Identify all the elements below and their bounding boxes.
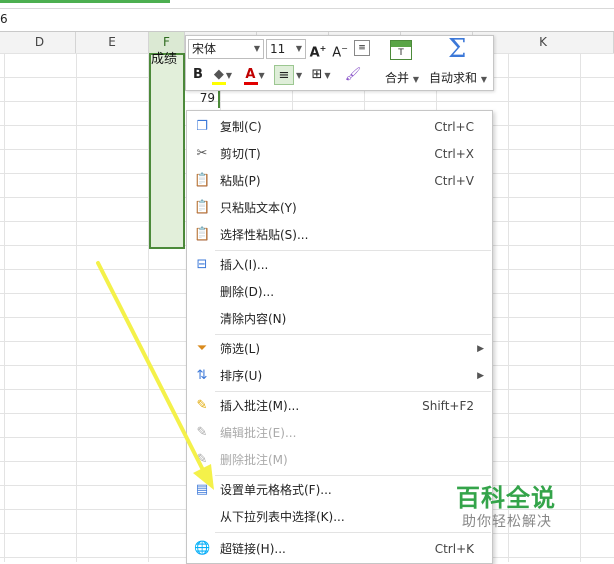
- menu-item-label: 从下拉列表中选择(K)...: [220, 510, 345, 524]
- cut-icon: ✂: [196, 146, 208, 161]
- menu-item-cut[interactable]: ✂ 剪切(T) Ctrl+X: [187, 141, 492, 167]
- menu-item-paste[interactable]: 📋 粘贴(P) Ctrl+V: [187, 168, 492, 194]
- submenu-arrow-icon: ▶: [477, 371, 484, 381]
- menu-separator: [215, 391, 491, 392]
- menu-separator: [215, 475, 491, 476]
- menu-item-label: 超链接(H)...: [220, 542, 286, 556]
- column-header-d[interactable]: D: [4, 32, 76, 53]
- menu-separator: [215, 532, 491, 533]
- decrease-font-icon[interactable]: A−: [331, 39, 349, 60]
- chevron-down-icon: ▼: [253, 44, 260, 53]
- clear-format-icon[interactable]: ≡: [354, 40, 370, 56]
- mini-toolbar: 宋体 ▼ 11 ▼ A+ A− ≡ B ◆ ▼ A ▼ ≡ ▼ ⊞ ▼ 🖌 T 合并 ▼ …: [185, 34, 494, 91]
- menu-item-shortcut: Ctrl+C: [434, 120, 474, 134]
- menu-separator: [215, 250, 491, 251]
- menu-item-delete[interactable]: 删除(D)...: [187, 279, 492, 305]
- hyperlink-icon: 🌐: [194, 541, 211, 556]
- menu-item-label: 选择性粘贴(S)...: [220, 228, 309, 242]
- cell-reference: 6: [0, 12, 8, 26]
- paste-text-icon: 📋: [194, 200, 211, 215]
- paste-icon: 📋: [194, 173, 211, 188]
- menu-item-shortcut: Shift+F2: [422, 399, 474, 413]
- menu-item-edit-comment: ✎ 编辑批注(E)...: [187, 420, 492, 446]
- menu-item-pick-from-list[interactable]: 从下拉列表中选择(K)...: [187, 504, 492, 530]
- fill-color-icon[interactable]: ◆ ▼: [210, 65, 236, 85]
- column-header-k[interactable]: K: [473, 32, 614, 53]
- menu-item-label: 设置单元格格式(F)...: [220, 483, 332, 497]
- insert-comment-icon: ✎: [196, 398, 208, 413]
- top-strip: [0, 0, 614, 9]
- menu-item-sort[interactable]: ⇅ 排序(U) ▶: [187, 363, 492, 389]
- menu-separator: [215, 334, 491, 335]
- merge-button[interactable]: 合并 ▼: [385, 69, 419, 86]
- format-cells-icon: ▤: [195, 482, 209, 497]
- menu-item-label: 筛选(L): [220, 342, 261, 356]
- font-size-value: 11: [270, 42, 286, 56]
- menu-item-paste-special[interactable]: 📋 选择性粘贴(S)...: [187, 222, 492, 248]
- format-painter-icon[interactable]: 🖌: [343, 65, 363, 85]
- delete-comment-icon: ✎: [196, 452, 208, 467]
- menu-item-insert-comment[interactable]: ✎ 插入批注(M)... Shift+F2: [187, 393, 492, 419]
- font-name-select[interactable]: 宋体 ▼: [188, 39, 264, 59]
- font-color-icon[interactable]: A ▼: [242, 65, 268, 85]
- submenu-arrow-icon: ▶: [477, 344, 484, 354]
- menu-item-insert[interactable]: ⊟ 插入(I)...: [187, 252, 492, 278]
- menu-item-label: 删除(D)...: [220, 285, 275, 299]
- insert-icon: ⊟: [196, 257, 208, 272]
- bold-icon[interactable]: B: [190, 65, 206, 85]
- menu-item-label: 剪切(T): [220, 147, 261, 161]
- autosum-button[interactable]: 自动求和 ▼: [429, 69, 487, 86]
- formula-bar[interactable]: 6: [0, 9, 614, 32]
- sort-icon: ⇅: [196, 368, 208, 383]
- borders-icon[interactable]: ⊞ ▼: [308, 65, 334, 85]
- center-align-icon[interactable]: ≡: [274, 65, 294, 85]
- cell-value[interactable]: 79: [186, 88, 220, 108]
- increase-font-icon[interactable]: A+: [309, 39, 327, 60]
- edit-comment-icon: ✎: [196, 425, 208, 440]
- menu-item-delete-comment: ✎ 删除批注(M): [187, 447, 492, 473]
- cell-header-score[interactable]: 成绩: [151, 51, 177, 69]
- column-header-f[interactable]: F: [149, 32, 185, 53]
- copy-icon: ❐: [196, 119, 208, 134]
- menu-item-label: 插入批注(M)...: [220, 399, 300, 413]
- menu-item-copy[interactable]: ❐ 复制(C) Ctrl+C: [187, 114, 492, 140]
- menu-item-paste-text[interactable]: 📋 只粘贴文本(Y): [187, 195, 492, 221]
- menu-item-label: 排序(U): [220, 369, 263, 383]
- menu-item-filter[interactable]: ⏷ 筛选(L) ▶: [187, 336, 492, 362]
- font-size-select[interactable]: 11 ▼: [266, 39, 306, 59]
- menu-item-label: 复制(C): [220, 120, 262, 134]
- menu-item-label: 粘贴(P): [220, 174, 261, 188]
- menu-item-clear-contents[interactable]: 清除内容(N): [187, 306, 492, 332]
- menu-item-label: 只粘贴文本(Y): [220, 201, 297, 215]
- selected-range[interactable]: [149, 53, 185, 249]
- menu-item-shortcut: Ctrl+K: [434, 542, 474, 556]
- active-tab-indicator: [0, 0, 170, 3]
- context-menu: ❐ 复制(C) Ctrl+C ✂ 剪切(T) Ctrl+X 📋 粘贴(P) Ct…: [186, 110, 493, 564]
- autosum-label: 自动求和: [429, 71, 478, 85]
- merge-icon[interactable]: T: [390, 40, 412, 60]
- autosum-icon[interactable]: Σ: [448, 34, 466, 64]
- menu-item-label: 删除批注(M): [220, 453, 288, 467]
- menu-item-label: 编辑批注(E)...: [220, 426, 297, 440]
- watermark-title: 百科全说: [456, 484, 556, 512]
- menu-item-shortcut: Ctrl+X: [434, 147, 474, 161]
- menu-item-label: 插入(I)...: [220, 258, 269, 272]
- watermark-subtitle: 助你轻松解决: [462, 514, 552, 530]
- menu-item-hyperlink[interactable]: 🌐 超链接(H)... Ctrl+K: [187, 536, 492, 562]
- merge-label: 合并: [385, 71, 410, 85]
- filter-icon: ⏷: [196, 341, 208, 356]
- column-header-e[interactable]: E: [76, 32, 149, 53]
- menu-item-label: 清除内容(N): [220, 312, 287, 326]
- font-name-value: 宋体: [192, 42, 217, 56]
- chevron-down-icon: ▼: [295, 44, 302, 53]
- chevron-down-icon[interactable]: ▼: [296, 71, 302, 80]
- menu-item-format-cells[interactable]: ▤ 设置单元格格式(F)...: [187, 477, 492, 503]
- paste-special-icon: 📋: [194, 227, 211, 242]
- menu-item-shortcut: Ctrl+V: [434, 174, 474, 188]
